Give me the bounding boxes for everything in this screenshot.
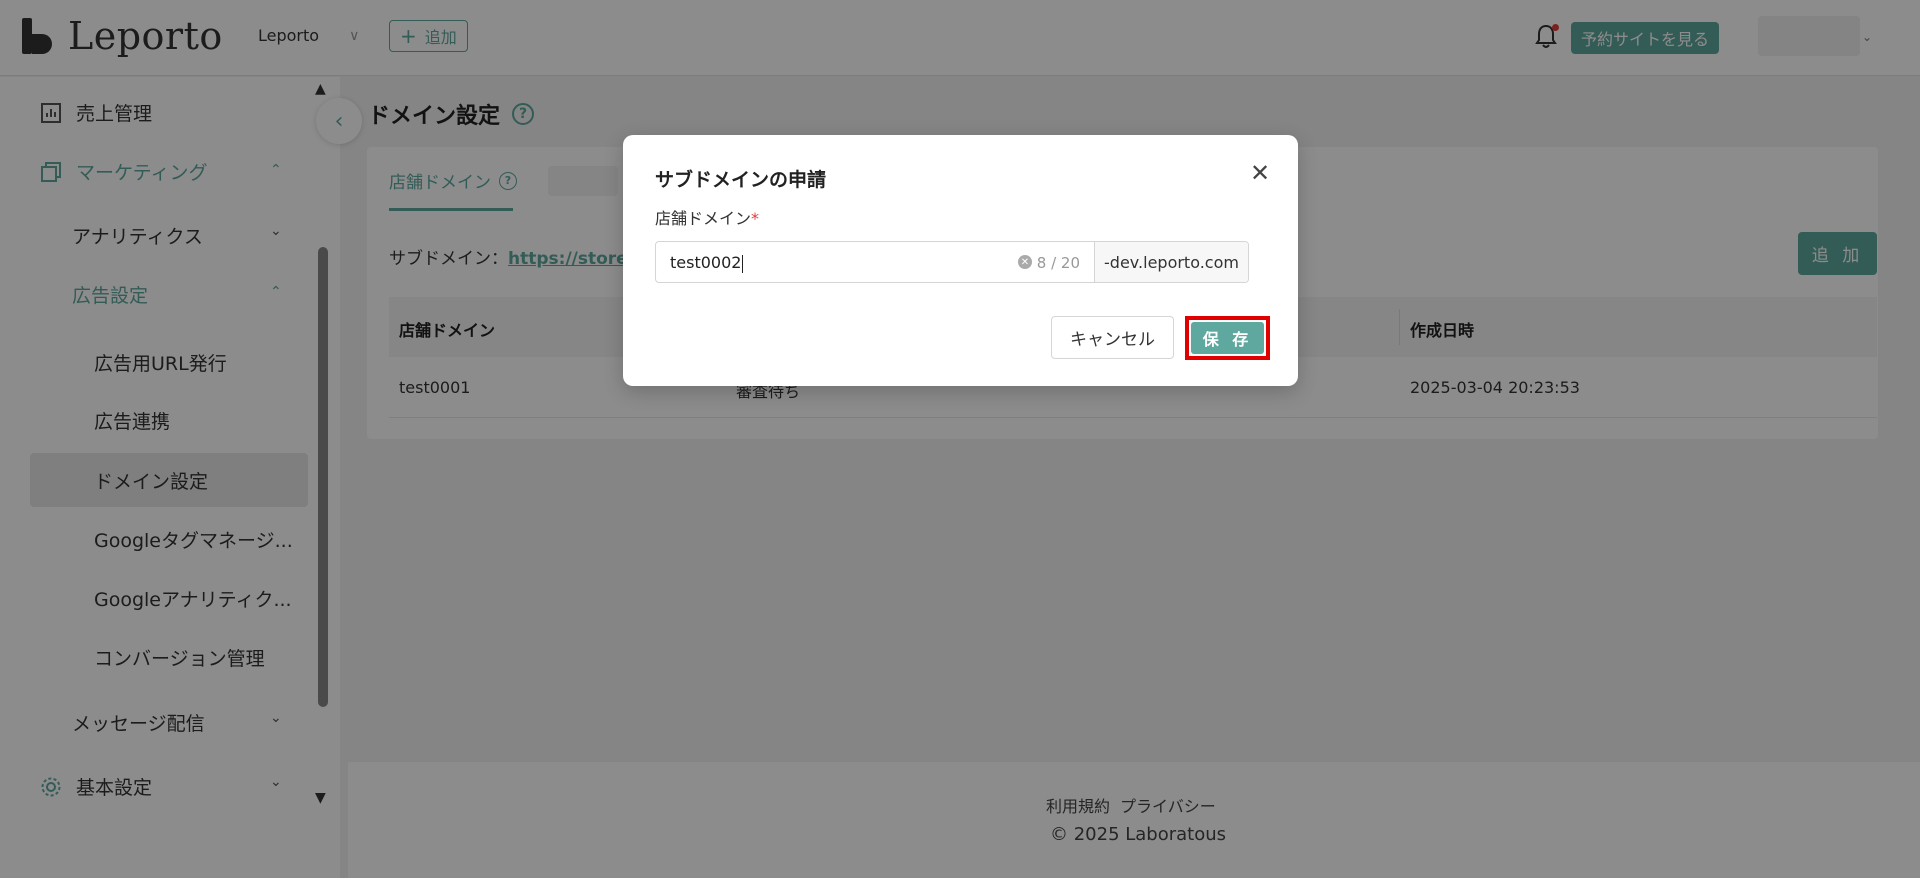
input-value-text: test0002 <box>670 253 742 272</box>
required-mark: * <box>751 209 760 228</box>
dialog-title: サブドメインの申請 <box>655 169 827 191</box>
domain-suffix: -dev.leporto.com <box>1095 242 1248 282</box>
store-domain-field: test0002 ✕ 8 / 20 -dev.leporto.com <box>655 241 1249 283</box>
cancel-button[interactable]: キャンセル <box>1051 316 1174 359</box>
save-button[interactable]: 保 存 <box>1191 322 1264 354</box>
character-count: 8 / 20 <box>1036 254 1080 272</box>
modal-backdrop[interactable] <box>0 0 1920 878</box>
store-domain-input[interactable]: test0002 ✕ 8 / 20 <box>656 242 1095 282</box>
field-label-text: 店舗ドメイン <box>655 209 752 228</box>
store-domain-label: 店舗ドメイン* <box>655 205 759 229</box>
clear-icon[interactable]: ✕ <box>1018 255 1032 269</box>
subdomain-request-dialog: サブドメインの申請 ✕ 店舗ドメイン* test0002 ✕ 8 / 20 -d… <box>623 135 1298 386</box>
close-icon[interactable]: ✕ <box>1250 161 1270 185</box>
input-value: test0002 <box>670 253 744 273</box>
text-caret <box>742 254 744 273</box>
